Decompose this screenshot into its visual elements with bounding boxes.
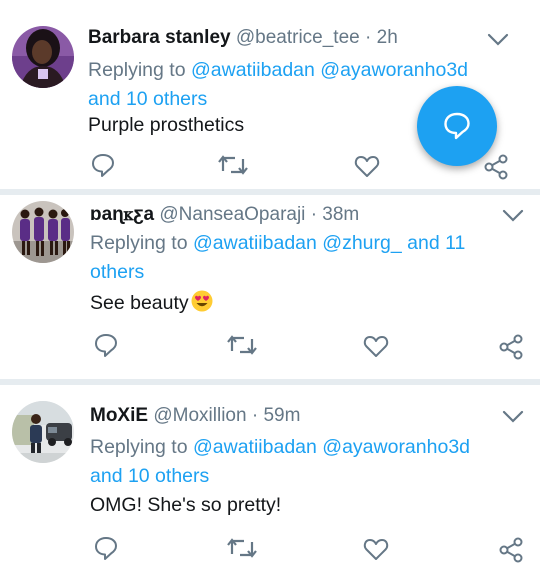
tweet-text-content: See beauty bbox=[90, 292, 189, 314]
compose-reply-button[interactable] bbox=[417, 86, 497, 166]
mention-link[interactable]: @ayaworanho3d bbox=[320, 59, 468, 81]
tweet-header: Barbara stanley @beatrice_tee · 2h bbox=[88, 27, 398, 49]
others-link[interactable]: and 10 others bbox=[88, 88, 207, 110]
mention-link[interactable]: @awatiibadan bbox=[193, 232, 317, 254]
mention-link[interactable]: @awatiibadan bbox=[191, 59, 315, 81]
replying-prefix: Replying to bbox=[88, 59, 186, 81]
tweet-card[interactable]: MoXiE @Moxillion · 59m Replying to @awat… bbox=[0, 385, 540, 581]
heart-icon[interactable] bbox=[363, 334, 389, 358]
timestamp[interactable]: 38m bbox=[322, 204, 359, 225]
share-icon[interactable] bbox=[499, 334, 523, 360]
separator: · bbox=[365, 27, 372, 48]
mention-link[interactable]: @zhurg_ bbox=[322, 232, 401, 254]
replying-to: Replying to @awatiibadan @ayaworanho3d a… bbox=[90, 433, 510, 491]
mention-link[interactable]: @ayaworanho3d bbox=[322, 436, 470, 458]
retweet-icon[interactable] bbox=[227, 333, 257, 357]
tweet-text: Purple prosthetics bbox=[88, 114, 245, 136]
chevron-down-icon[interactable] bbox=[502, 410, 524, 424]
chevron-down-icon[interactable] bbox=[502, 209, 524, 223]
tweet-header: MoXiE @Moxillion · 59m bbox=[90, 405, 300, 427]
heart-icon[interactable] bbox=[354, 154, 380, 178]
display-name[interactable]: Barbara stanley bbox=[88, 27, 231, 48]
compose-reply-icon bbox=[444, 112, 470, 140]
heart-icon[interactable] bbox=[363, 537, 389, 561]
reply-icon[interactable] bbox=[90, 152, 116, 178]
avatar[interactable] bbox=[12, 201, 74, 263]
tweet-header: ɒaɳꮶƹa @NanseaOparaji · 38m bbox=[90, 204, 359, 226]
separator: · bbox=[310, 204, 318, 225]
reply-icon[interactable] bbox=[93, 535, 119, 561]
avatar[interactable] bbox=[12, 401, 74, 463]
others-link[interactable]: and 10 others bbox=[90, 465, 209, 487]
replying-to: Replying to @awatiibadan @zhurg_ and 11 … bbox=[90, 229, 510, 287]
tweet-text: OMG! She's so pretty! bbox=[90, 494, 282, 516]
retweet-icon[interactable] bbox=[227, 536, 257, 560]
timestamp[interactable]: 59m bbox=[263, 405, 300, 426]
separator: · bbox=[251, 405, 259, 426]
share-icon[interactable] bbox=[499, 537, 523, 563]
tweet-text: See beauty bbox=[90, 290, 213, 315]
avatar[interactable] bbox=[12, 26, 74, 88]
tweet-card[interactable]: ɒaɳꮶƹa @NanseaOparaji · 38m Replying to … bbox=[0, 195, 540, 379]
user-handle[interactable]: @beatrice_tee bbox=[236, 27, 360, 48]
retweet-icon[interactable] bbox=[218, 153, 248, 177]
display-name[interactable]: ɒaɳꮶƹa bbox=[90, 204, 154, 225]
user-handle[interactable]: @NanseaOparaji bbox=[159, 204, 305, 225]
share-icon[interactable] bbox=[484, 154, 508, 180]
others-link[interactable]: and 11 bbox=[407, 232, 465, 254]
others-link[interactable]: others bbox=[90, 261, 144, 283]
user-handle[interactable]: @Moxillion bbox=[153, 405, 246, 426]
timestamp[interactable]: 2h bbox=[377, 27, 398, 48]
reply-icon[interactable] bbox=[93, 332, 119, 358]
display-name[interactable]: MoXiE bbox=[90, 405, 148, 426]
replying-prefix: Replying to bbox=[90, 232, 188, 254]
mention-link[interactable]: @awatiibadan bbox=[193, 436, 317, 458]
replying-prefix: Replying to bbox=[90, 436, 188, 458]
heart-eyes-emoji bbox=[191, 290, 213, 312]
chevron-down-icon[interactable] bbox=[487, 33, 509, 47]
